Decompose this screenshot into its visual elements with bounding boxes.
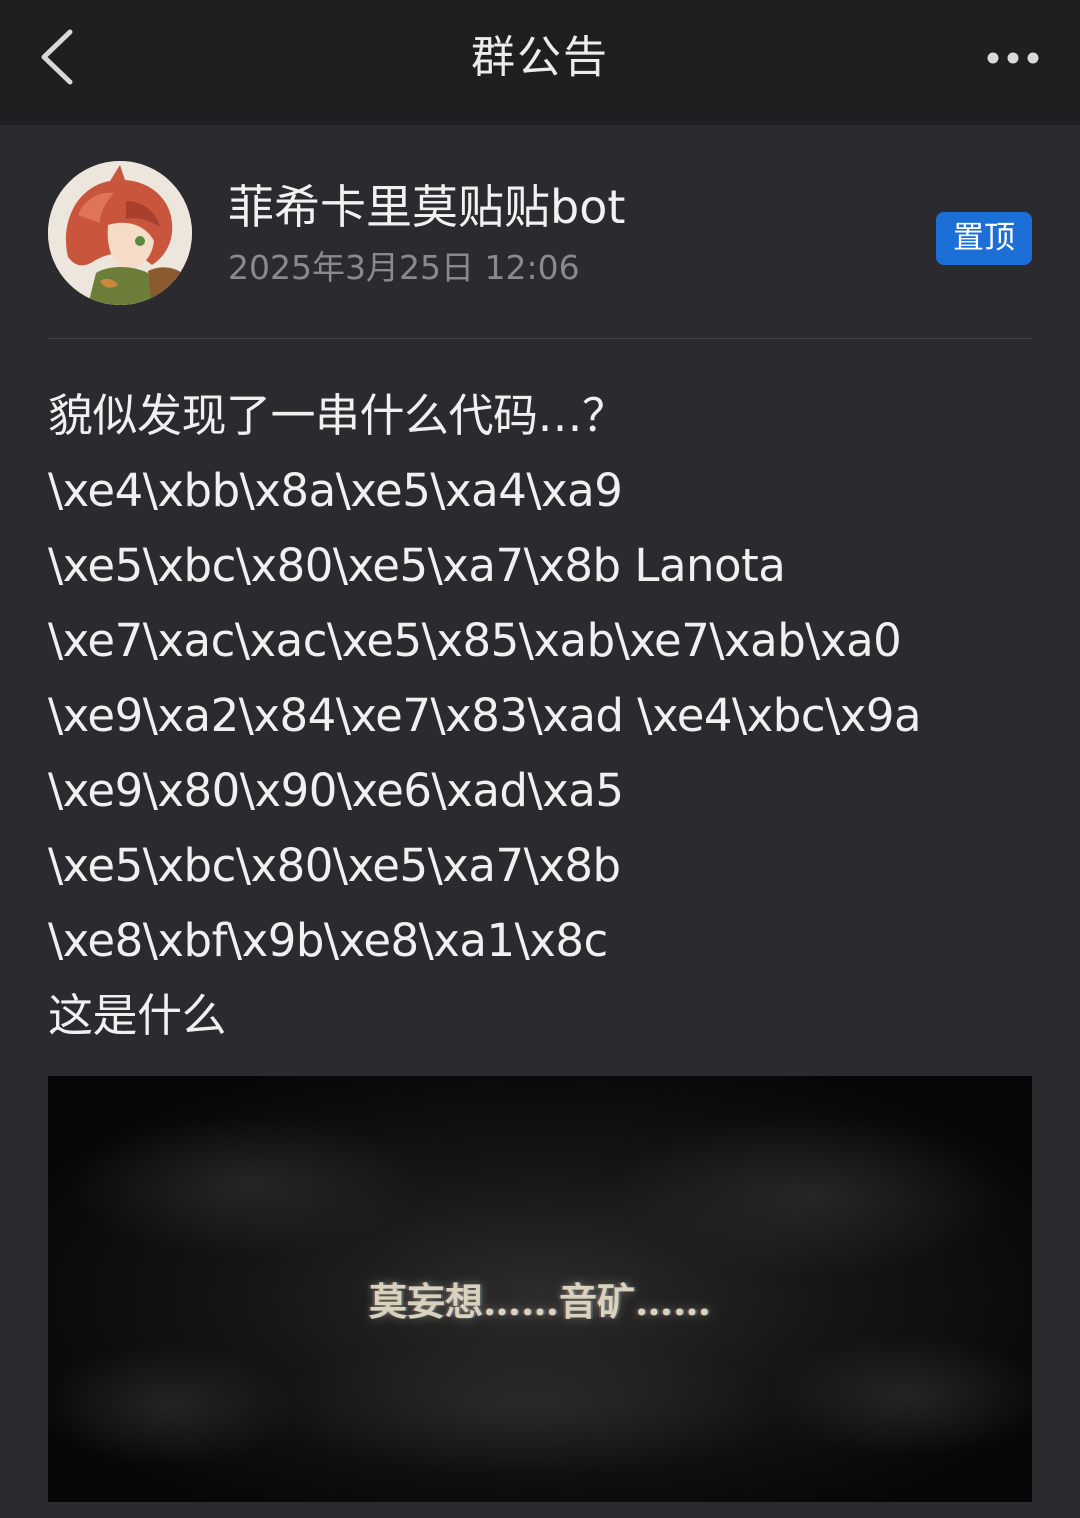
avatar-illustration	[48, 161, 192, 305]
body-line: \xe7\xac\xac\xe5\x85\xab\xe7\xab\xa0	[48, 614, 902, 667]
announcement-body: 貌似发现了一串什么代码…？ \xe4\xbb\x8a\xe5\xa4\xa9 \…	[48, 378, 1038, 1053]
announcement-content: 菲希卡里莫贴贴bot 2025年3月25日 12:06 置顶 貌似发现了一串什么…	[0, 125, 1080, 1518]
body-line: \xe4\xbb\x8a\xe5\xa4\xa9	[48, 464, 623, 517]
more-horizontal-icon	[987, 52, 1039, 64]
body-line: \xe8\xbf\x9b\xe8\xa1\x8c	[48, 914, 608, 967]
body-line: \xe5\xbc\x80\xe5\xa7\x8b	[48, 839, 621, 892]
page-title: 群公告	[471, 32, 609, 83]
pinned-badge: 置顶	[936, 212, 1032, 265]
image-caption: 莫妄想……音矿……	[368, 1279, 711, 1324]
author-avatar[interactable]	[48, 161, 192, 305]
top-bar: 群公告	[0, 0, 1080, 125]
body-line: 貌似发现了一串什么代码…？	[48, 389, 627, 442]
divider	[48, 338, 1032, 339]
more-button[interactable]	[978, 38, 1048, 78]
post-timestamp: 2025年3月25日 12:06	[228, 248, 580, 287]
author-name: 菲希卡里莫贴贴bot	[228, 180, 626, 234]
body-line: \xe5\xbc\x80\xe5\xa7\x8b Lanota	[48, 539, 786, 592]
body-line: \xe9\x80\x90\xe6\xad\xa5	[48, 764, 624, 817]
body-line: \xe9\xa2\x84\xe7\x83\xad \xe4\xbc\x9a	[48, 689, 922, 742]
body-line: 这是什么	[48, 989, 227, 1042]
announcement-image[interactable]: 莫妄想……音矿……	[48, 1076, 1032, 1502]
